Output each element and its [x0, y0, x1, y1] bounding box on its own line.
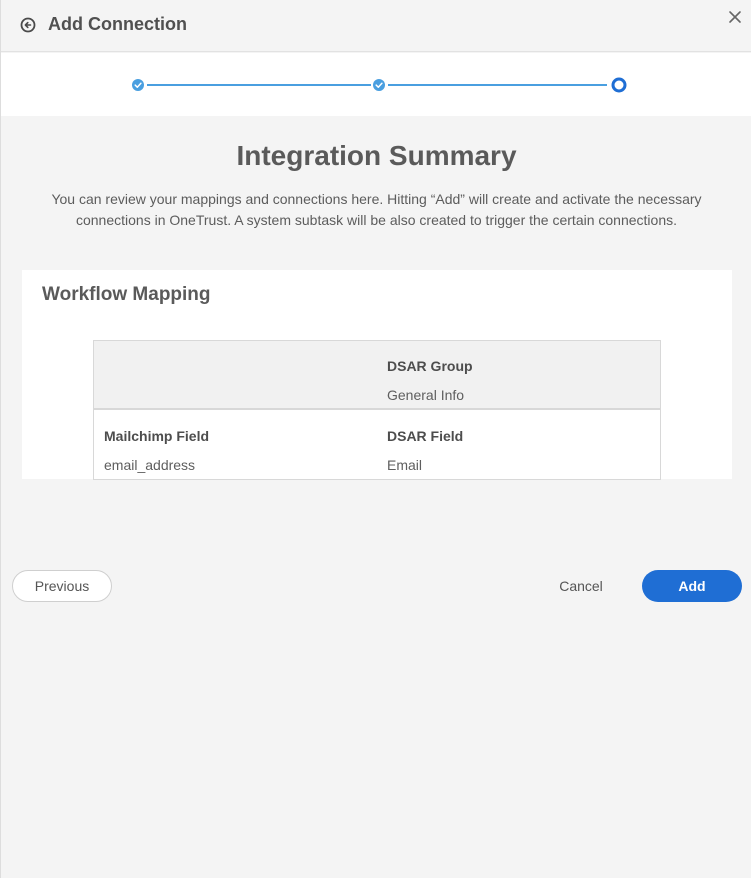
cancel-button[interactable]: Cancel — [541, 570, 621, 602]
progress-stepper — [1, 53, 751, 116]
previous-button[interactable]: Previous — [12, 570, 112, 602]
mailchimp-field-value: email_address — [104, 457, 196, 473]
add-connection-modal: Add Connection Integration Summary You c… — [0, 0, 751, 878]
dsar-field-value: Email — [387, 457, 423, 473]
modal-header: Add Connection — [1, 0, 751, 52]
modal-title: Add Connection — [48, 14, 187, 34]
dsar-group-label: DSAR Group — [387, 358, 473, 374]
dsar-field-header: DSAR Field — [387, 428, 464, 444]
step-2-complete-icon — [373, 79, 385, 91]
back-arrow-circle-icon[interactable] — [20, 17, 36, 33]
workflow-mapping-title: Workflow Mapping — [42, 284, 211, 305]
workflow-mapping-card: Workflow Mapping DSAR Group General Info… — [22, 270, 732, 480]
integration-summary-title: Integration Summary — [236, 140, 517, 171]
mailchimp-field-header: Mailchimp Field — [104, 428, 210, 444]
stepper-graphic — [132, 77, 627, 93]
add-button[interactable]: Add — [642, 570, 742, 602]
integration-summary-description: You can review your mappings and connect… — [51, 191, 702, 228]
mapping-table: DSAR Group General Info Mailchimp Field … — [93, 340, 661, 480]
step-1-complete-icon — [132, 79, 144, 91]
dsar-group-value: General Info — [387, 387, 465, 403]
step-3-current-icon — [611, 77, 627, 93]
close-icon[interactable] — [727, 9, 743, 25]
dsar-group-header-row: DSAR Group General Info — [94, 341, 660, 410]
